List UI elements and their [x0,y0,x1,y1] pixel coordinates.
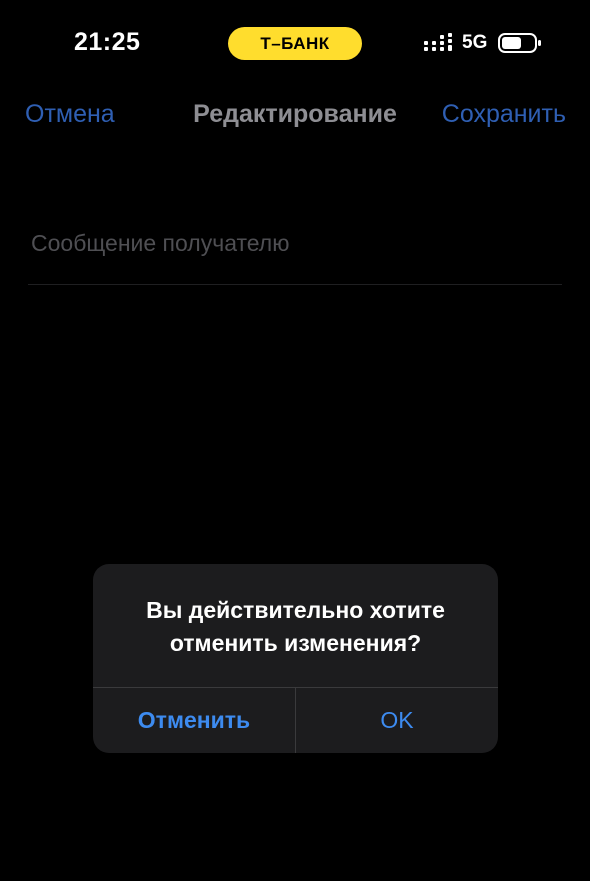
status-bar: 21:25 Т–БАНК 5G [0,0,590,88]
cellular-signal-icon [424,33,452,51]
alert-ok-button[interactable]: OK [296,688,498,753]
network-type: 5G [462,32,488,53]
discard-changes-alert: Вы действительно хотите отменить изменен… [93,564,498,753]
bank-badge[interactable]: Т–БАНК [228,27,362,60]
alert-discard-button[interactable]: Отменить [93,688,295,753]
message-placeholder: Сообщение получателю [31,230,290,256]
screen: 21:25 Т–БАНК 5G Отмена Редактирование Со… [0,0,590,881]
status-time: 21:25 [74,28,141,56]
save-button[interactable]: Сохранить [442,100,566,129]
recipient-message-field[interactable]: Сообщение получателю [28,210,562,285]
battery-icon [498,33,541,53]
alert-message: Вы действительно хотите отменить изменен… [146,597,445,656]
bank-badge-label: Т–БАНК [260,33,330,53]
